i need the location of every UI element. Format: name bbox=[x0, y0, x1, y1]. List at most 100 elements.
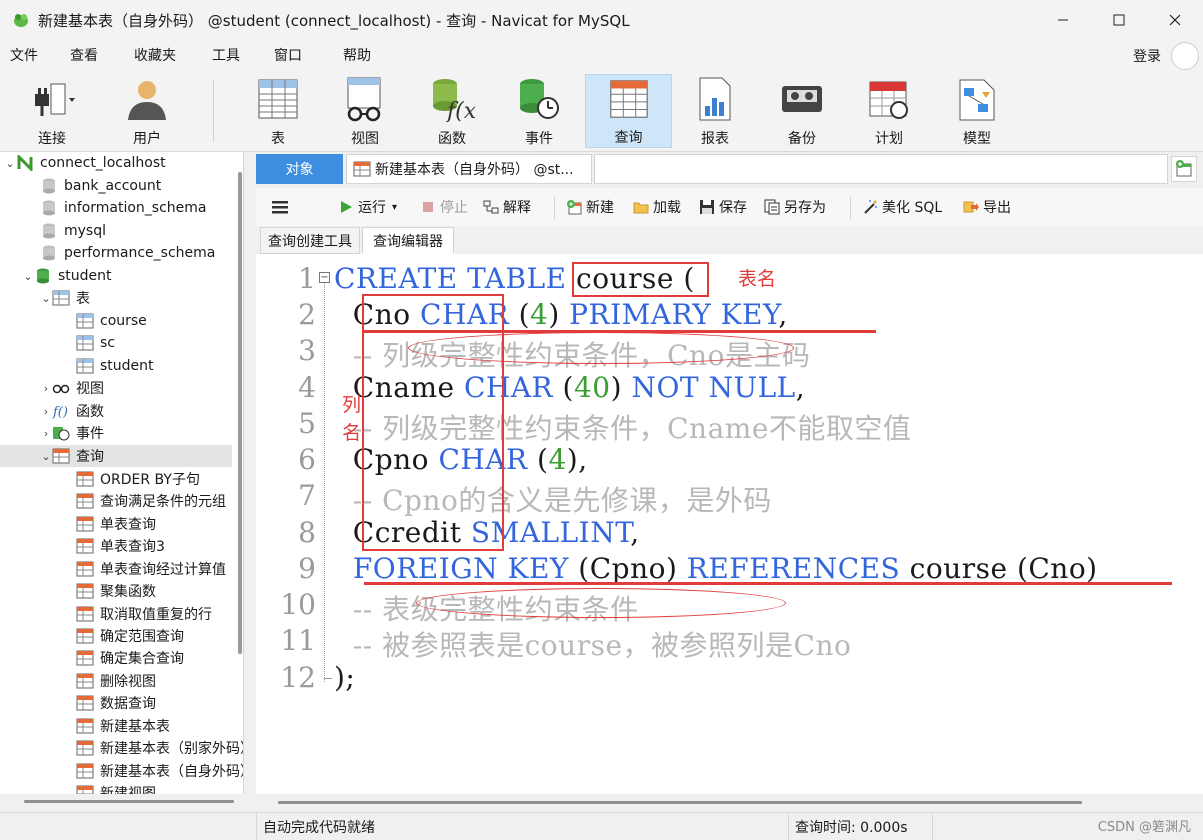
menu-view[interactable]: 查看 bbox=[70, 45, 98, 65]
event-button[interactable]: 事件 bbox=[499, 74, 579, 148]
tree-query-item[interactable]: ORDER BY子句 bbox=[76, 468, 243, 490]
tree-query-item[interactable]: 聚集函数 bbox=[76, 580, 243, 602]
tree-query-item[interactable]: 单表查询经过计算值 bbox=[76, 558, 243, 580]
run-dropdown-icon[interactable]: ▾ bbox=[392, 202, 397, 213]
report-button[interactable]: 报表 bbox=[675, 74, 755, 148]
save-button[interactable]: 保存 bbox=[699, 196, 747, 218]
fold-collapse-icon[interactable]: − bbox=[319, 272, 330, 283]
chevron-down-icon[interactable]: ⌄ bbox=[22, 270, 34, 283]
view-button[interactable]: 视图 bbox=[325, 74, 405, 148]
tree-query-item[interactable]: 新建视图 bbox=[76, 782, 243, 794]
backup-button[interactable]: 备份 bbox=[762, 74, 842, 148]
foreign-key-underline bbox=[364, 582, 1172, 585]
tree-query-item[interactable]: 删除视图 bbox=[76, 670, 243, 692]
run-button[interactable]: 运行 ▾ bbox=[338, 196, 397, 218]
sidebar-vertical-scrollbar[interactable] bbox=[238, 172, 242, 654]
chevron-right-icon[interactable]: › bbox=[40, 405, 52, 418]
user-button[interactable]: 用户 bbox=[107, 74, 187, 148]
tree-query-item[interactable]: 取消取值重复的行 bbox=[76, 603, 243, 625]
tree-db-label: performance_schema bbox=[64, 245, 216, 261]
chevron-right-icon[interactable]: › bbox=[40, 427, 52, 440]
sql-editor[interactable]: 1 2 3 4 5 6 7 8 9 10 11 12 − CREATE TABLE course ( … bbox=[256, 254, 1203, 794]
tree-db-student[interactable]: ⌄ student bbox=[22, 265, 243, 287]
schedule-button[interactable]: 计划 bbox=[849, 74, 929, 148]
new-tab-button[interactable] bbox=[1171, 156, 1197, 182]
menu-tools[interactable]: 工具 bbox=[212, 45, 240, 65]
tree-table-course[interactable]: course bbox=[76, 310, 243, 332]
tree-group-functions[interactable]: › f() 函数 bbox=[40, 400, 243, 422]
table-button[interactable]: 表 bbox=[238, 74, 318, 148]
tab-query-document[interactable]: 新建基本表（自身外码） @st... bbox=[346, 154, 592, 184]
query-button[interactable]: 查询 bbox=[585, 74, 672, 148]
editor-horizontal-scrollbar[interactable] bbox=[256, 794, 1203, 812]
connect-button[interactable]: 连接 bbox=[12, 74, 92, 148]
tree-query-label: 新建基本表（别家外码） bbox=[100, 741, 244, 757]
chevron-down-icon[interactable]: ⌄ bbox=[4, 157, 16, 170]
tree-group-queries[interactable]: ⌄ 查询 bbox=[0, 445, 232, 467]
menu-hamburger-button[interactable] bbox=[270, 196, 290, 218]
tree-group-views[interactable]: › 视图 bbox=[40, 377, 243, 399]
menu-help[interactable]: 帮助 bbox=[343, 45, 371, 65]
tree-table-label: student bbox=[100, 358, 154, 374]
function-icon: f(x) bbox=[433, 79, 475, 122]
login-link[interactable]: 登录 bbox=[1133, 46, 1161, 66]
tab-query-editor[interactable]: 查询编辑器 bbox=[362, 227, 454, 254]
stop-button[interactable]: 停止 bbox=[420, 196, 468, 218]
menu-favorites[interactable]: 收藏夹 bbox=[134, 45, 176, 65]
model-button[interactable]: 模型 bbox=[937, 74, 1017, 148]
function-button[interactable]: f(x) 函数 bbox=[412, 74, 492, 148]
tree-group-events[interactable]: › 事件 bbox=[40, 422, 243, 444]
query-table-icon bbox=[76, 695, 94, 711]
tree-query-label: 查询满足条件的元组 bbox=[100, 494, 226, 510]
tree-query-item[interactable]: 新建基本表（自身外码） bbox=[76, 760, 244, 782]
menu-window[interactable]: 窗口 bbox=[274, 45, 302, 65]
tree-query-item[interactable]: 单表查询 bbox=[76, 513, 243, 535]
tab-objects[interactable]: 对象 bbox=[256, 154, 343, 184]
tree-query-label: 确定集合查询 bbox=[100, 651, 184, 667]
chevron-right-icon[interactable]: › bbox=[40, 382, 52, 395]
connect-label: 连接 bbox=[38, 131, 66, 147]
tree-query-label: 删除视图 bbox=[100, 674, 156, 690]
tree-db-performance-schema[interactable]: performance_schema bbox=[40, 242, 243, 264]
export-button[interactable]: 导出 bbox=[963, 196, 1011, 218]
tree-connection[interactable]: ⌄ connect_localhost bbox=[4, 152, 236, 174]
new-query-icon bbox=[567, 200, 582, 215]
load-button[interactable]: 加载 bbox=[633, 196, 681, 218]
tree-query-item[interactable]: 新建基本表 bbox=[76, 715, 243, 737]
save-label: 保存 bbox=[719, 200, 747, 216]
document-tab-strip: 对象 新建基本表（自身外码） @st... bbox=[256, 152, 1203, 186]
tab-query-builder[interactable]: 查询创建工具 bbox=[260, 227, 360, 254]
tree-query-item[interactable]: 确定范围查询 bbox=[76, 625, 243, 647]
tree-group-tables[interactable]: ⌄ 表 bbox=[40, 287, 243, 309]
tree-db-bank-account[interactable]: bank_account bbox=[40, 175, 243, 197]
tree-query-label: 新建基本表（自身外码） bbox=[100, 764, 244, 780]
minimize-button[interactable] bbox=[1035, 0, 1091, 40]
new-query-button[interactable]: 新建 bbox=[566, 196, 614, 218]
chevron-down-icon[interactable]: ⌄ bbox=[40, 292, 52, 305]
tree-query-item[interactable]: 数据查询 bbox=[76, 692, 243, 714]
beautify-sql-button[interactable]: 美化 SQL bbox=[862, 196, 942, 218]
database-icon bbox=[43, 245, 55, 261]
tree-db-mysql[interactable]: mysql bbox=[40, 220, 243, 242]
close-button[interactable] bbox=[1147, 0, 1203, 40]
tree-query-item[interactable]: 查询满足条件的元组 bbox=[76, 490, 243, 512]
user-avatar[interactable] bbox=[1171, 42, 1199, 70]
chevron-down-icon[interactable]: ⌄ bbox=[40, 450, 52, 463]
tree-table-student[interactable]: student bbox=[76, 355, 243, 377]
menu-file[interactable]: 文件 bbox=[10, 45, 38, 65]
function-label: 函数 bbox=[438, 131, 466, 147]
tree-table-sc[interactable]: sc bbox=[76, 332, 243, 354]
tree-query-item[interactable]: 单表查询3 bbox=[76, 535, 243, 557]
function-icon: f() bbox=[52, 405, 68, 419]
tree-query-item[interactable]: 确定集合查询 bbox=[76, 647, 243, 669]
explain-button[interactable]: 解释 bbox=[483, 196, 531, 218]
export-icon bbox=[963, 201, 979, 213]
tree-db-information-schema[interactable]: information_schema bbox=[40, 197, 243, 219]
query-table-icon bbox=[76, 583, 94, 599]
maximize-button[interactable] bbox=[1091, 0, 1147, 40]
sidebar-horizontal-scrollbar[interactable] bbox=[24, 800, 234, 803]
save-as-button[interactable]: 另存为 bbox=[764, 196, 826, 218]
user-icon bbox=[128, 81, 166, 120]
tree-query-item[interactable]: 新建基本表（别家外码） bbox=[76, 737, 244, 759]
query-table-icon bbox=[76, 493, 94, 509]
